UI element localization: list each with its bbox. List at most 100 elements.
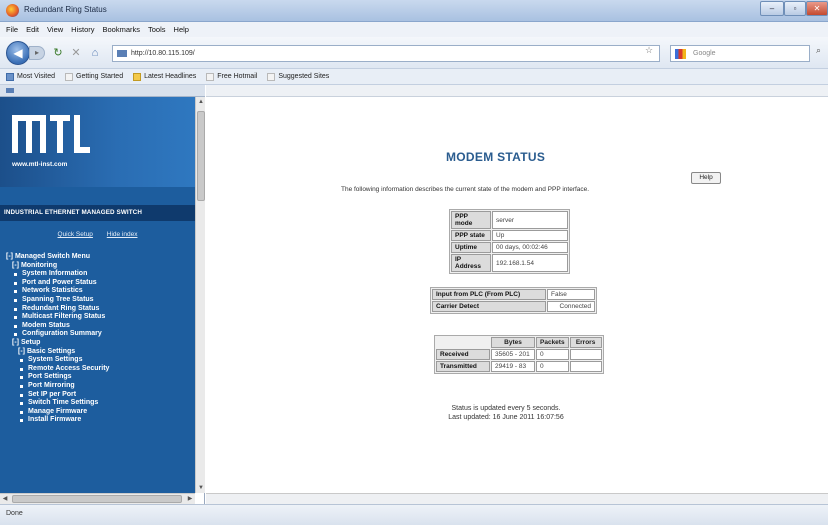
- maximize-button[interactable]: ▫: [784, 1, 806, 16]
- page-icon: [206, 72, 215, 81]
- left-nav-content: www.mtl-inst.com INDUSTRIAL ETHERNET MAN…: [0, 97, 195, 493]
- left-nav-frame: www.mtl-inst.com INDUSTRIAL ETHERNET MAN…: [0, 85, 205, 504]
- scroll-down-icon[interactable]: ▼: [196, 483, 206, 493]
- carrier-detect-label: Carrier Detect: [432, 301, 546, 312]
- firefox-icon: [6, 4, 19, 17]
- rss-icon: [133, 72, 142, 81]
- search-icon[interactable]: ⌕: [816, 45, 821, 56]
- page-title: MODEM STATUS: [446, 150, 546, 164]
- ppp-status-table: PPP mode server PPP state Up Uptime 00 d…: [449, 209, 570, 274]
- table-row: Received 35605 - 201 0: [436, 349, 602, 360]
- menu-item-set-ip-per-port[interactable]: Set IP per Port: [6, 391, 195, 400]
- menu-basic-settings[interactable]: [-] Basic Settings: [6, 348, 195, 357]
- received-packets: 0: [536, 349, 569, 360]
- menu-view[interactable]: View: [47, 25, 63, 34]
- menu-bookmarks[interactable]: Bookmarks: [103, 25, 141, 34]
- hide-index-link[interactable]: Hide index: [107, 231, 138, 238]
- close-button[interactable]: ✕: [806, 1, 828, 16]
- plc-status-table: Input from PLC (From PLC) False Carrier …: [430, 287, 597, 314]
- minimize-button[interactable]: –: [760, 1, 784, 16]
- bookmark-most-visited[interactable]: Most Visited: [6, 72, 55, 81]
- menu-tools[interactable]: Tools: [148, 25, 166, 34]
- page-icon: [65, 72, 73, 81]
- forward-button[interactable]: ▸: [29, 46, 45, 60]
- url-bar[interactable]: http://10.80.115.109/: [112, 45, 660, 62]
- search-input[interactable]: Google: [670, 45, 810, 62]
- reload-icon[interactable]: ↻: [50, 45, 66, 61]
- menu-item-multicast-filtering-status[interactable]: Multicast Filtering Status: [6, 313, 195, 322]
- frameset: www.mtl-inst.com INDUSTRIAL ETHERNET MAN…: [0, 85, 828, 504]
- window-title: Redundant Ring Status: [24, 5, 107, 14]
- menu-help[interactable]: Help: [174, 25, 189, 34]
- update-interval-text: Status is updated every 5 seconds.: [451, 405, 561, 412]
- help-button[interactable]: Help: [691, 172, 721, 184]
- menu-setup[interactable]: [-] Setup: [6, 339, 195, 348]
- menu-item-redundant-ring-status[interactable]: Redundant Ring Status: [6, 305, 195, 314]
- menu-item-install-firmware[interactable]: Install Firmware: [6, 416, 195, 425]
- menu-item-port-power-status[interactable]: Port and Power Status: [6, 279, 195, 288]
- scroll-up-icon[interactable]: ▲: [196, 97, 206, 107]
- ip-address-label: IP Address: [451, 254, 491, 272]
- home-icon[interactable]: ⌂: [87, 45, 103, 61]
- col-bytes: Bytes: [491, 337, 535, 348]
- menu-item-modem-status[interactable]: Modem Status: [6, 322, 195, 331]
- menu-edit[interactable]: Edit: [26, 25, 39, 34]
- logo-area: www.mtl-inst.com: [0, 97, 195, 187]
- uptime-label: Uptime: [451, 242, 491, 253]
- hscroll-thumb[interactable]: [12, 495, 182, 503]
- last-updated-text: Last updated: 16 June 2011 16:07:56: [448, 414, 564, 421]
- transmitted-errors: [569, 361, 602, 372]
- bookmarks-toolbar: Most Visited Getting Started Latest Head…: [0, 69, 828, 85]
- menu-item-remote-access-security[interactable]: Remote Access Security: [6, 365, 195, 374]
- menu-file[interactable]: File: [6, 25, 18, 34]
- stop-icon[interactable]: ✕: [68, 45, 84, 61]
- menu-item-system-settings[interactable]: System Settings: [6, 356, 195, 365]
- scroll-right-icon[interactable]: ▶: [185, 494, 195, 504]
- table-corner: [436, 337, 490, 348]
- bookmark-getting-started[interactable]: Getting Started: [65, 72, 123, 81]
- menu-root[interactable]: [-] Managed Switch Menu: [6, 253, 195, 262]
- menu-item-manage-firmware[interactable]: Manage Firmware: [6, 408, 195, 417]
- browser-statusbar: Done: [0, 504, 828, 525]
- quick-setup-link[interactable]: Quick Setup: [58, 231, 93, 238]
- left-vertical-scrollbar[interactable]: ▲ ▼: [195, 97, 205, 493]
- back-button[interactable]: ◀: [6, 41, 30, 65]
- bookmark-star-icon[interactable]: ☆: [645, 45, 653, 56]
- received-errors: [569, 349, 602, 360]
- left-frame-header: [0, 85, 205, 97]
- left-horizontal-scrollbar[interactable]: ◀ ▶: [0, 493, 195, 504]
- bookmark-suggested-sites[interactable]: Suggested Sites: [267, 72, 329, 81]
- frame-top-strip: [206, 85, 828, 97]
- col-packets: Packets: [536, 337, 569, 348]
- menu-item-spanning-tree-status[interactable]: Spanning Tree Status: [6, 296, 195, 305]
- menu-item-system-information[interactable]: System Information: [6, 270, 195, 279]
- table-row: PPP mode server: [451, 211, 568, 229]
- menu-monitoring[interactable]: [-] Monitoring: [6, 262, 195, 271]
- received-label: Received: [436, 349, 490, 360]
- frame-icon: [6, 88, 14, 93]
- website-link[interactable]: www.mtl-inst.com: [12, 161, 67, 168]
- quick-links: Quick Setup Hide index: [0, 231, 195, 238]
- window-titlebar: Redundant Ring Status – ▫ ✕: [0, 0, 828, 22]
- transmitted-label: Transmitted: [436, 361, 490, 372]
- table-row: Uptime 00 days, 00:02:46: [451, 242, 568, 253]
- menu-item-port-mirroring[interactable]: Port Mirroring: [6, 382, 195, 391]
- status-text: Done: [6, 510, 23, 517]
- intro-text: The following information describes the …: [341, 186, 590, 193]
- scroll-thumb[interactable]: [197, 111, 205, 201]
- menu-item-configuration-summary[interactable]: Configuration Summary: [6, 330, 195, 339]
- main-horizontal-scrollbar[interactable]: [206, 493, 828, 504]
- menu-item-switch-time-settings[interactable]: Switch Time Settings: [6, 399, 195, 408]
- bookmark-free-hotmail[interactable]: Free Hotmail: [206, 72, 257, 81]
- menu-item-port-settings[interactable]: Port Settings: [6, 373, 195, 382]
- main-content-frame: MODEM STATUS Help The following informat…: [206, 85, 828, 504]
- menu-item-network-statistics[interactable]: Network Statistics: [6, 287, 195, 296]
- bookmark-icon: [6, 72, 14, 81]
- status-note: Status is updated every 5 seconds. Last …: [416, 404, 596, 422]
- table-row: Input from PLC (From PLC) False: [432, 289, 595, 300]
- ppp-state-value: Up: [492, 230, 568, 241]
- menu-history[interactable]: History: [71, 25, 94, 34]
- bookmark-latest-headlines[interactable]: Latest Headlines: [133, 72, 196, 81]
- search-placeholder: Google: [693, 50, 716, 57]
- scroll-left-icon[interactable]: ◀: [0, 494, 10, 504]
